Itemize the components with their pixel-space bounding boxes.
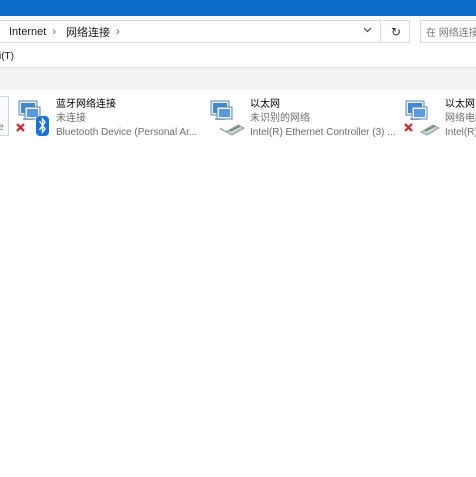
ethernet-network-icon xyxy=(208,98,248,138)
adapter-device: Bluetooth Device (Personal Ar... xyxy=(56,127,198,138)
address-row: Internet › 网络连接 › ↻ 在 网络连接 xyxy=(0,16,476,46)
refresh-icon[interactable]: ↻ xyxy=(383,20,410,43)
breadcrumb-separator[interactable]: › xyxy=(46,26,56,38)
adapter-bluetooth[interactable]: 蓝牙网络连接 未连接 Bluetooth Device (Personal Ar… xyxy=(14,96,204,140)
adapter-status: 网络电缆 xyxy=(445,113,476,124)
command-bar xyxy=(0,68,476,90)
adapters-view: e 蓝牙网络连接 未连接 Bluetooth Device (Personal … xyxy=(0,90,476,477)
adapter-status: 未识别的网络 xyxy=(250,113,310,124)
address-bar[interactable]: Internet › 网络连接 › xyxy=(0,20,381,43)
adapter-ethernet-2[interactable]: 以太网 网络电缆 Intel(R) xyxy=(403,96,476,140)
adapter-name: 蓝牙网络连接 xyxy=(56,99,116,110)
adapter-device: Intel(R) Ethernet Controller (3) ... xyxy=(250,127,396,138)
breadcrumb-internet[interactable]: Internet xyxy=(0,26,46,38)
adapter-device: Intel(R) xyxy=(445,127,476,138)
bluetooth-network-icon xyxy=(14,98,54,138)
adapter-name: 以太网 xyxy=(250,99,280,110)
ethernet-network-icon xyxy=(403,98,443,138)
chevron-down-icon[interactable] xyxy=(363,25,372,36)
partial-adapter-text: e xyxy=(0,122,4,133)
menu-item-tools[interactable]: i(T) xyxy=(0,51,14,62)
window-title-bar[interactable] xyxy=(0,0,476,16)
menu-bar: i(T) xyxy=(0,47,476,67)
partial-adapter-tile[interactable]: e xyxy=(0,96,9,136)
search-input[interactable]: 在 网络连接 xyxy=(420,20,476,43)
adapter-status: 未连接 xyxy=(56,113,86,124)
breadcrumb-separator[interactable]: › xyxy=(110,26,120,38)
adapter-name: 以太网 xyxy=(445,99,475,110)
breadcrumb-network-connections[interactable]: 网络连接 xyxy=(56,24,110,40)
adapter-ethernet[interactable]: 以太网 未识别的网络 Intel(R) Ethernet Controller … xyxy=(208,96,400,140)
